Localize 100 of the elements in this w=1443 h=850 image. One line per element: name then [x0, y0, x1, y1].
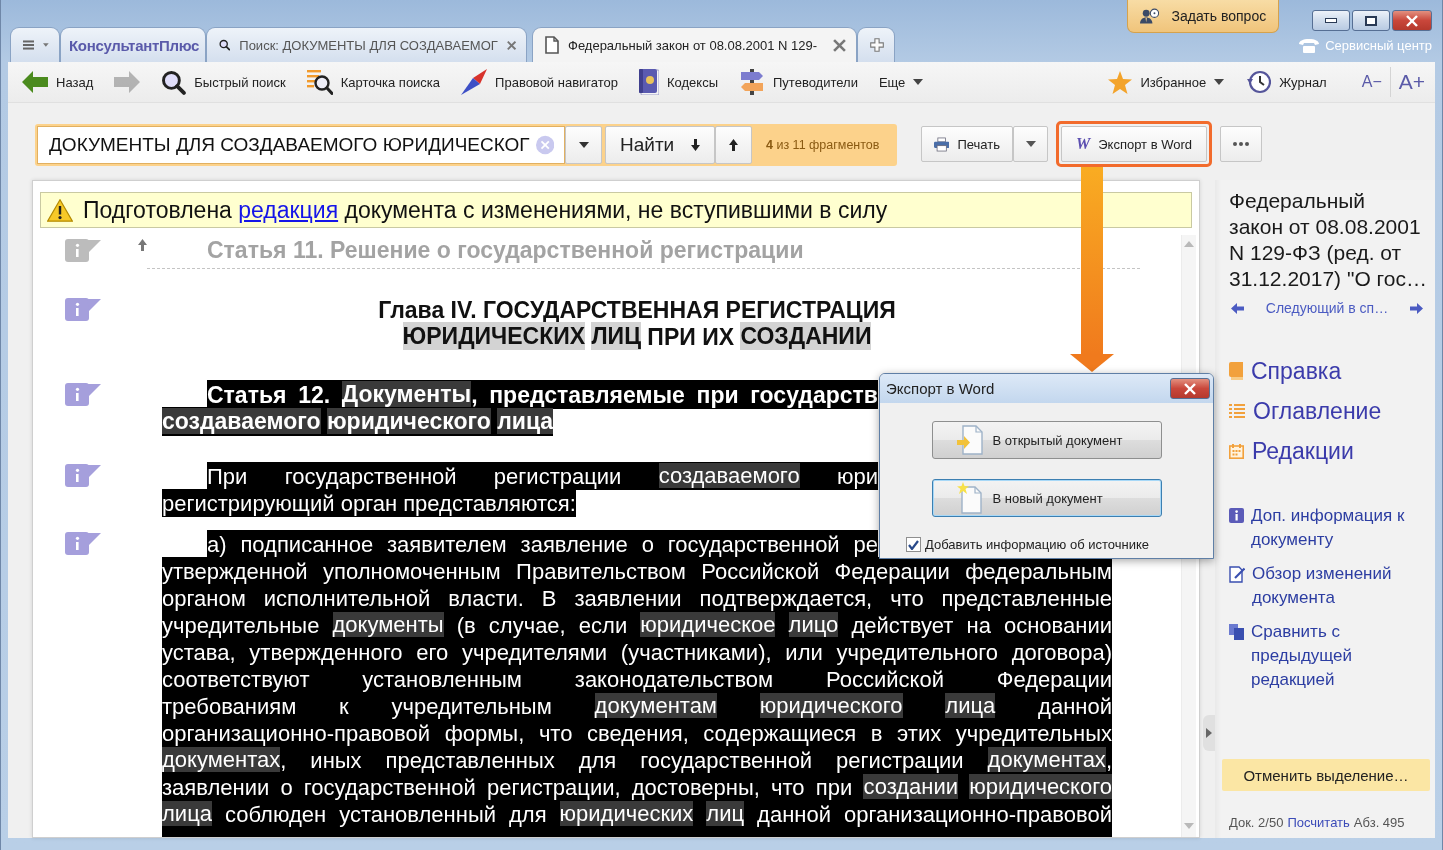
previous-match-button[interactable]: [715, 126, 752, 164]
find-button[interactable]: Найти: [605, 126, 715, 164]
more-button[interactable]: Еще: [878, 66, 924, 98]
document-title: Федеральный закон от 08.08.2001 N 129-ФЗ (ред. от 31.12.2017) "О гос…: [1229, 188, 1428, 292]
close-button[interactable]: [1392, 10, 1432, 31]
paragraph-number: Абз. 495: [1353, 815, 1405, 830]
calendar-icon: [1229, 443, 1244, 459]
font-larger-button[interactable]: A+: [1389, 67, 1425, 97]
caret-icon: [578, 142, 589, 148]
caret-right-icon: [1206, 728, 1212, 738]
menu-tab[interactable]: [10, 27, 60, 62]
star-icon: [1108, 70, 1133, 94]
document-position: Док. 2/50: [1229, 815, 1284, 830]
back-button[interactable]: Назад: [22, 66, 94, 98]
brand-tab[interactable]: КонсультантПлюс: [60, 27, 206, 62]
phone-icon: [1299, 38, 1320, 53]
export-button[interactable]: W Экспорт в Word: [1061, 126, 1207, 162]
document-icon: [545, 36, 559, 54]
count-link[interactable]: Посчитать: [1287, 815, 1350, 830]
info-link[interactable]: Доп. информация к документу: [1229, 504, 1429, 552]
document-arrow-icon: [956, 425, 983, 455]
search-tab[interactable]: Поиск: ДОКУМЕНТЫ ДЛЯ СОЗДАВАЕМОГ: [206, 27, 527, 62]
check-icon: [908, 539, 919, 550]
more-icon: [1233, 142, 1249, 146]
navigator-button[interactable]: Правовой навигатор: [461, 66, 618, 98]
arrow-left-icon[interactable]: [1231, 302, 1244, 314]
previous-heading: Статья 11. Решение о государственной регистрации: [206, 237, 804, 264]
favorites-button[interactable]: Избранное: [1108, 66, 1225, 98]
arrow-right-icon: [114, 71, 141, 93]
info-icon[interactable]: [65, 532, 101, 555]
reference-link[interactable]: Справка: [1229, 357, 1431, 385]
font-smaller-button[interactable]: A−: [1359, 67, 1384, 97]
scroll-up-icon: [1184, 241, 1194, 247]
arrow-down-icon: [691, 139, 700, 151]
info-icon[interactable]: [65, 383, 101, 406]
more-button[interactable]: [1220, 126, 1262, 162]
edition-link[interactable]: редакция: [238, 196, 339, 223]
minimize-button[interactable]: [1312, 10, 1350, 31]
compass-needle-icon: [461, 69, 488, 95]
edit-document-icon: [1229, 566, 1245, 583]
scroll-down-icon: [1184, 823, 1194, 829]
plus-icon: [870, 35, 884, 55]
word-logo: W: [1075, 135, 1091, 153]
minimize-icon: [1325, 18, 1337, 23]
caret-icon: [1025, 141, 1036, 147]
info-icon[interactable]: [65, 464, 101, 487]
print-menu-button[interactable]: [1013, 126, 1048, 162]
new-document-icon: [956, 482, 983, 514]
caret-icon: [913, 79, 924, 85]
next-in-list-link[interactable]: Следующий в сп…: [1265, 300, 1389, 316]
ask-question-button[interactable]: Задать вопрос: [1127, 0, 1280, 33]
codes-button[interactable]: Кодексы: [639, 66, 718, 98]
guides-button[interactable]: Путеводители: [739, 66, 858, 98]
caret-icon: [1214, 79, 1225, 85]
search-card-button[interactable]: Карточка поиска: [306, 66, 441, 98]
new-tab[interactable]: [857, 27, 895, 62]
close-icon: [1184, 382, 1196, 395]
search-field[interactable]: ДОКУМЕНТЫ ДЛЯ СОЗДАВАЕМОГО ЮРИДИЧЕСКОГ: [37, 126, 565, 164]
chapter-heading: Глава IV. ГОСУДАРСТВЕННАЯ РЕГИСТРАЦИЯ ЮРИДИЧЕСКИХ ЛИЦ ПРИ ИХ СОЗДАНИИ: [377, 296, 897, 350]
editions-link[interactable]: Редакции: [1229, 437, 1431, 465]
book-icon: [639, 69, 659, 95]
arrow-right-icon[interactable]: [1410, 302, 1423, 314]
arrow-up-icon: [138, 239, 147, 251]
document-tab[interactable]: Федеральный закон от 08.08.2001 N 129-: [532, 27, 857, 62]
arrow-left-icon: [22, 71, 48, 93]
maximize-button[interactable]: [1352, 10, 1390, 31]
warning-text: Подготовлена редакция документа с изменениями, не вступившими в силу: [83, 196, 888, 224]
checkbox[interactable]: [906, 537, 921, 552]
print-button[interactable]: Печать: [921, 126, 1013, 162]
dialog-title: Экспорт в Word: [886, 380, 995, 397]
caret-icon: [43, 42, 49, 48]
close-icon[interactable]: [506, 38, 516, 52]
close-icon: [1406, 14, 1418, 27]
compare-link[interactable]: Сравнить с предыдущей редакцией: [1229, 620, 1429, 692]
list-search-icon: [306, 69, 333, 95]
new-document-button[interactable]: В новый документ: [931, 479, 1162, 517]
fragment-count: 4 из 11 фрагментов: [765, 138, 880, 152]
printer-icon: [934, 135, 950, 153]
clear-selection-button[interactable]: Отменить выделение…: [1222, 759, 1430, 791]
info-icon[interactable]: [65, 298, 101, 321]
maximize-icon: [1365, 15, 1377, 26]
clock-icon: [1247, 70, 1272, 94]
contents-link[interactable]: Оглавление: [1229, 397, 1431, 425]
quick-search-button[interactable]: Быстрый поиск: [161, 66, 286, 98]
checkbox-label[interactable]: Добавить информацию об источнике: [925, 537, 1149, 552]
documents-icon: [1229, 624, 1244, 640]
menu-icon: [23, 37, 35, 53]
history-button[interactable]: Журнал: [1247, 66, 1327, 98]
signpost-icon: [739, 69, 765, 95]
open-document-button[interactable]: В открытый документ: [931, 421, 1162, 459]
panel-handle[interactable]: [1203, 715, 1215, 751]
search-icon: [161, 69, 187, 95]
close-icon[interactable]: [833, 38, 846, 52]
history-dropdown-button[interactable]: [565, 126, 602, 164]
search-icon: [219, 37, 231, 53]
list-icon: [1229, 404, 1245, 418]
arrow-up-icon: [729, 139, 738, 151]
changes-link[interactable]: Обзор изменений документа: [1229, 562, 1429, 610]
book-icon: [1229, 362, 1243, 380]
close-button[interactable]: [1170, 378, 1210, 399]
